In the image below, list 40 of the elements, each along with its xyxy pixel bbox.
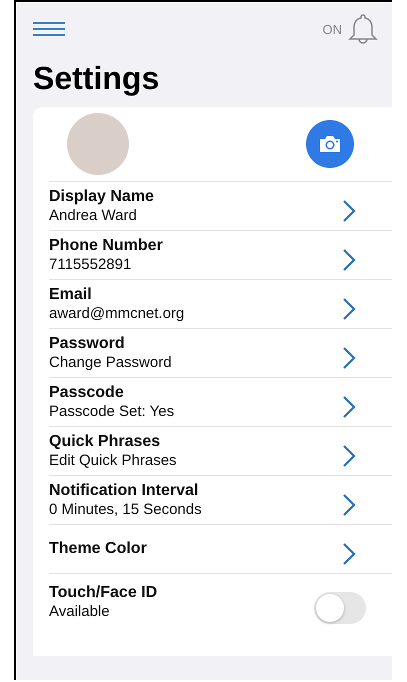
chevron-right-icon [342, 395, 356, 419]
row-label: Quick Phrases [49, 433, 162, 451]
bell-icon[interactable] [348, 13, 378, 45]
chevron-right-icon [342, 542, 356, 566]
row-value: Andrea Ward [49, 207, 138, 224]
notification-status: ON [322, 22, 342, 36]
chevron-right-icon [342, 493, 356, 517]
toggle-switch[interactable] [314, 592, 366, 624]
row-value: 0 Minutes, 15 Seconds [49, 501, 202, 518]
row-value: Edit Quick Phrases [49, 452, 177, 469]
row-label: Display Name [49, 188, 154, 206]
row-value: Change Password [49, 354, 172, 371]
settings-row[interactable]: Password Change Password [49, 329, 392, 378]
menu-icon[interactable] [33, 22, 65, 36]
settings-row[interactable]: Phone Number 7115552891 [49, 231, 392, 280]
chevron-right-icon [342, 199, 356, 223]
chevron-right-icon [342, 346, 356, 370]
row-label: Password [49, 335, 126, 353]
chevron-right-icon [342, 444, 356, 468]
camera-button[interactable] [306, 120, 354, 168]
chevron-right-icon [342, 297, 356, 321]
row-label: Phone Number [49, 237, 163, 255]
row-value: award@mmcnet.org [49, 305, 184, 322]
page-title: Settings [33, 60, 160, 97]
settings-row[interactable]: Email award@mmcnet.org [49, 280, 392, 329]
settings-row[interactable]: Theme Color [49, 525, 392, 574]
settings-row[interactable]: Quick Phrases Edit Quick Phrases [49, 427, 392, 476]
chevron-right-icon [342, 248, 356, 272]
row-value: 7115552891 [49, 256, 132, 273]
settings-row[interactable]: Display Name Andrea Ward [49, 182, 392, 231]
row-label: Email [49, 286, 93, 304]
settings-row[interactable]: Notification Interval 0 Minutes, 15 Seconds [49, 476, 392, 525]
row-label: Passcode [49, 384, 125, 402]
camera-icon [318, 134, 342, 154]
row-label: Touch/Face ID [49, 584, 158, 602]
row-label: Notification Interval [49, 482, 200, 500]
row-label: Theme Color [49, 540, 147, 558]
row-value: Passcode Set: Yes [49, 403, 174, 420]
row-value: Available [49, 603, 111, 620]
settings-row[interactable]: Passcode Passcode Set: Yes [49, 378, 392, 427]
